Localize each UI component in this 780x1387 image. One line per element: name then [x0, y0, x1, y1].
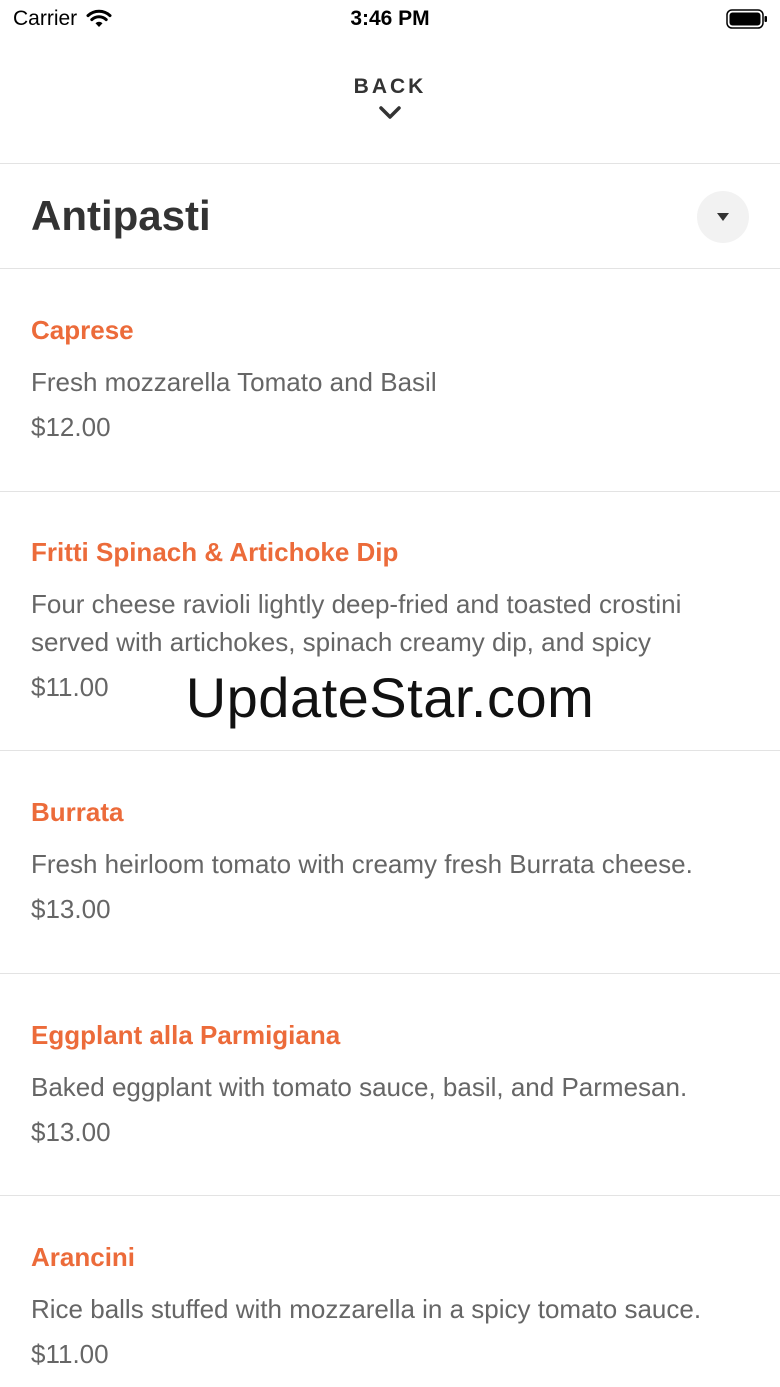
item-description: Fresh mozzarella Tomato and Basil: [31, 367, 437, 397]
item-price: $13.00: [31, 894, 111, 924]
status-time: 3:46 PM: [350, 7, 430, 30]
item-price: $11.00: [31, 1339, 109, 1369]
status-bar: Carrier 3:46 PM: [0, 0, 780, 40]
item-description: Baked eggplant with tomato sauce, basil,…: [31, 1072, 688, 1102]
menu-item[interactable]: Eggplant alla Parmigiana Baked eggplant …: [0, 974, 780, 1196]
item-description: Four cheese ravioli lightly deep-fried a…: [31, 589, 682, 657]
section-dropdown-button[interactable]: [697, 191, 749, 243]
menu-item[interactable]: Caprese Fresh mozzarella Tomato and Basi…: [0, 269, 780, 491]
item-name: Fritti Spinach & Artichoke Dip: [31, 537, 399, 567]
battery-icon: [726, 9, 767, 29]
item-description: Fresh heirloom tomato with creamy fresh …: [31, 849, 693, 879]
menu-item[interactable]: Burrata Fresh heirloom tomato with cream…: [0, 751, 780, 973]
item-description: Rice balls stuffed with mozzarella in a …: [31, 1294, 702, 1324]
caret-down-icon: [717, 213, 729, 221]
chevron-down-icon: [379, 106, 401, 119]
item-name: Arancini: [31, 1242, 136, 1272]
section-title: Antipasti: [31, 192, 211, 239]
back-label: BACK: [353, 75, 427, 98]
watermark: UpdateStar.com: [185, 666, 595, 729]
item-price: $13.00: [31, 1117, 111, 1147]
section-header: Antipasti: [0, 164, 780, 268]
item-name: Burrata: [31, 797, 124, 827]
item-name: Eggplant alla Parmigiana: [31, 1020, 341, 1050]
item-name: Caprese: [31, 315, 134, 345]
back-button[interactable]: BACK: [0, 62, 780, 144]
menu-item[interactable]: Arancini Rice balls stuffed with mozzare…: [0, 1196, 780, 1387]
item-price: $12.00: [31, 412, 111, 442]
